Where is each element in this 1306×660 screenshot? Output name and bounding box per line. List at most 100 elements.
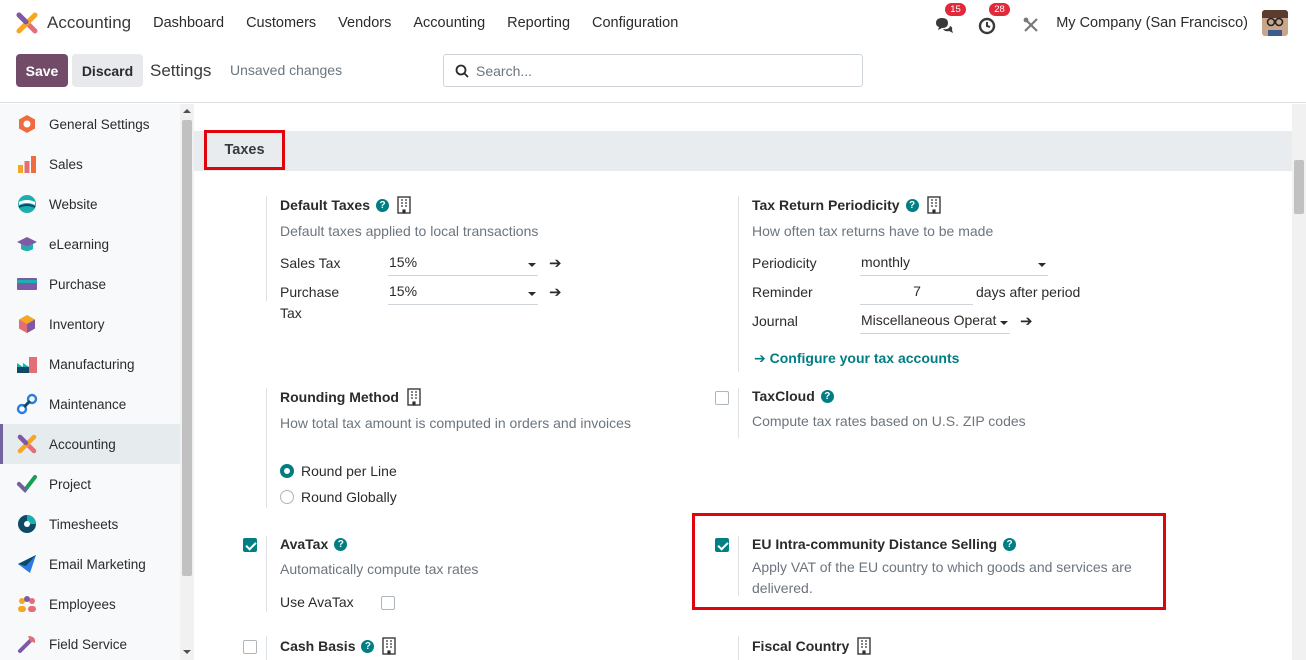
avatax-checkbox[interactable] — [243, 538, 257, 552]
sidebar-item-website[interactable]: Website — [0, 184, 180, 224]
sidebar-item-label: Manufacturing — [49, 356, 135, 372]
menu-accounting[interactable]: Accounting — [402, 15, 496, 31]
sidebar-item-purchase[interactable]: Purchase — [0, 264, 180, 304]
periodicity-select[interactable]: monthly — [860, 254, 1048, 276]
sidebar-item-elearning[interactable]: eLearning — [0, 224, 180, 264]
tools-icon — [1023, 17, 1038, 32]
user-avatar[interactable] — [1262, 10, 1288, 36]
website-icon — [18, 195, 36, 213]
setting-taxcloud: TaxCloud ? Compute tax rates based on U.… — [752, 388, 1026, 432]
sidebar-item-inventory[interactable]: Inventory — [0, 304, 180, 344]
journal-select[interactable]: Miscellaneous Operat — [860, 312, 1010, 334]
sidebar-item-timesheets[interactable]: Timesheets — [0, 504, 180, 544]
company-building-icon — [407, 388, 421, 406]
chat-icon — [936, 18, 954, 33]
tax-return-desc: How often tax returns have to be made — [752, 223, 994, 239]
round-per-line-label[interactable]: Round per Line — [301, 463, 397, 479]
sidebar-item-label: Sales — [49, 156, 83, 172]
sidebar-item-accounting[interactable]: Accounting — [0, 424, 180, 464]
messages-button[interactable]: 15 — [934, 3, 966, 34]
avatax-title: AvaTax — [280, 536, 329, 552]
help-icon[interactable]: ? — [334, 537, 348, 551]
sidebar-item-label: Maintenance — [49, 396, 127, 412]
purchase-icon — [17, 278, 37, 290]
use-avatax-checkbox[interactable] — [381, 596, 395, 610]
taxcloud-checkbox[interactable] — [715, 391, 729, 405]
configure-tax-accounts-link[interactable]: ➔ Configure your tax accounts — [754, 350, 959, 367]
round-per-line-radio[interactable] — [280, 464, 294, 478]
sidebar-item-field-service[interactable]: Field Service — [0, 624, 180, 660]
help-icon[interactable]: ? — [376, 198, 389, 212]
sidebar-item-employees[interactable]: Employees — [0, 584, 180, 624]
sidebar-item-general-settings[interactable]: General Settings — [0, 104, 180, 144]
fiscal-country-title: Fiscal Country — [752, 638, 850, 654]
sidebar-item-label: Accounting — [49, 436, 116, 452]
sales-tax-label: Sales Tax — [280, 255, 341, 271]
sidebar-item-manufacturing[interactable]: Manufacturing — [0, 344, 180, 384]
top-navbar: Accounting Dashboard Customers Vendors A… — [0, 0, 1306, 46]
help-icon[interactable]: ? — [905, 198, 919, 212]
rounding-title: Rounding Method — [280, 389, 399, 405]
save-button[interactable]: Save — [16, 54, 68, 87]
discard-button[interactable]: Discard — [72, 54, 143, 87]
round-globally-radio[interactable] — [280, 490, 294, 504]
setting-eu-distance-selling: EU Intra-community Distance Selling ? Ap… — [752, 536, 1132, 599]
debug-tools-button[interactable] — [1022, 12, 1044, 34]
search-icon — [455, 64, 469, 78]
menu-vendors[interactable]: Vendors — [327, 15, 402, 31]
eu-distance-selling-checkbox[interactable] — [715, 538, 729, 552]
cash-basis-checkbox[interactable] — [243, 640, 257, 654]
sidebar-item-label: Timesheets — [49, 516, 119, 532]
content-scrollbar[interactable] — [1292, 104, 1306, 660]
eu-distance-title: EU Intra-community Distance Selling — [752, 536, 998, 552]
setting-tax-return-periodicity: Tax Return Periodicity ? How often tax r… — [752, 196, 993, 242]
periodicity-value: monthly — [861, 254, 911, 270]
round-globally-label[interactable]: Round Globally — [301, 489, 397, 505]
purchase-tax-select[interactable]: 15% — [388, 283, 538, 305]
help-icon[interactable]: ? — [1003, 537, 1017, 551]
general-settings-icon — [19, 115, 35, 133]
setting-avatax: AvaTax ? Automatically compute tax rates — [280, 536, 478, 580]
accounting-icon — [17, 434, 37, 454]
sales-tax-arrow-icon[interactable]: ➔ — [549, 254, 562, 272]
sidebar-item-label: Inventory — [49, 316, 105, 332]
sidebar-item-sales[interactable]: Sales — [0, 144, 180, 184]
sidebar-item-label: Employees — [49, 596, 116, 612]
journal-arrow-icon[interactable]: ➔ — [1020, 312, 1033, 330]
sales-tax-select[interactable]: 15% — [388, 254, 538, 276]
email-marketing-icon — [18, 555, 36, 573]
content-scroll-thumb[interactable] — [1294, 160, 1304, 214]
search-box[interactable] — [443, 54, 863, 87]
company-switcher[interactable]: My Company (San Francisco) — [1056, 15, 1248, 31]
tax-return-title: Tax Return Periodicity — [752, 197, 900, 213]
chevron-down-icon — [1000, 321, 1008, 325]
sidebar-scrollbar[interactable] — [180, 104, 194, 660]
company-building-icon — [397, 196, 411, 214]
app-brand[interactable]: Accounting — [16, 12, 131, 34]
search-input[interactable] — [476, 62, 846, 79]
sidebar-item-project[interactable]: Project — [0, 464, 180, 504]
sidebar-scroll-thumb[interactable] — [182, 120, 192, 576]
chevron-down-icon — [528, 292, 536, 296]
purchase-tax-arrow-icon[interactable]: ➔ — [549, 283, 562, 301]
sidebar-item-maintenance[interactable]: Maintenance — [0, 384, 180, 424]
menu-reporting[interactable]: Reporting — [496, 15, 581, 31]
help-icon[interactable]: ? — [361, 639, 375, 653]
configure-link-label: Configure your tax accounts — [769, 350, 960, 366]
menu-dashboard[interactable]: Dashboard — [142, 15, 235, 31]
journal-value: Miscellaneous Operat — [861, 312, 997, 328]
avatax-desc: Automatically compute tax rates — [280, 561, 479, 577]
maintenance-icon — [16, 393, 38, 415]
settings-sidebar: General Settings Sales Website eLearning… — [0, 104, 180, 660]
sidebar-item-email-marketing[interactable]: Email Marketing — [0, 544, 180, 584]
periodicity-label: Periodicity — [752, 255, 817, 271]
menu-configuration[interactable]: Configuration — [581, 15, 689, 31]
sidebar-item-label: General Settings — [49, 116, 150, 132]
reminder-input[interactable]: 7 — [860, 283, 973, 305]
employees-icon — [18, 596, 36, 612]
help-icon[interactable]: ? — [820, 389, 834, 403]
menu-customers[interactable]: Customers — [235, 15, 327, 31]
activities-button[interactable]: 28 — [978, 3, 1010, 35]
setting-default-taxes: Default Taxes ? Default taxes applied to… — [280, 196, 538, 242]
taxcloud-title: TaxCloud — [752, 388, 815, 404]
